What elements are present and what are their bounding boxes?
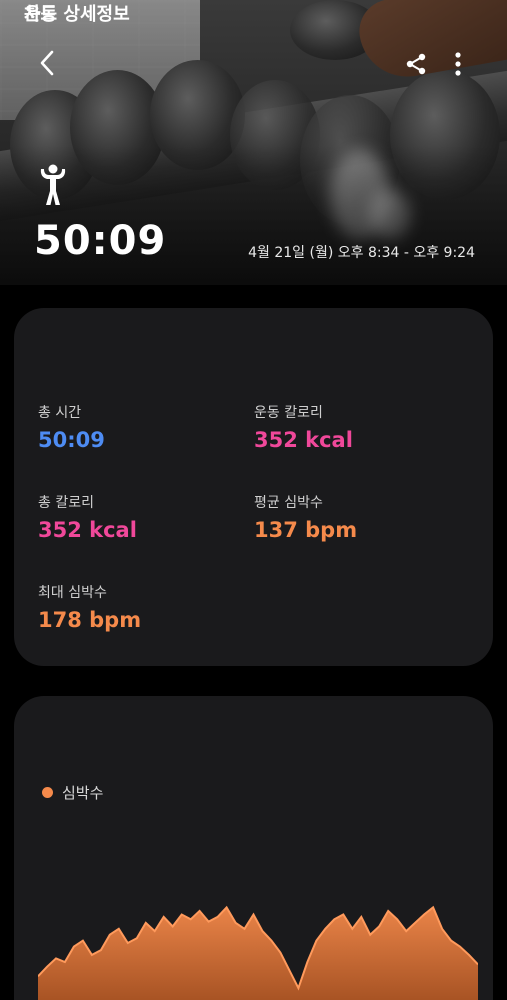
metric-label: 운동 칼로리	[254, 405, 323, 421]
metric-value: 178 bpm	[38, 608, 142, 632]
share-icon	[406, 53, 426, 75]
metric-average-heart-rate: 평균 심박수 137 bpm	[254, 492, 357, 542]
metric-workout-calories: 운동 칼로리 352 kcal	[254, 402, 353, 452]
chart-legend: 심박수	[42, 782, 103, 803]
more-vertical-icon	[455, 52, 461, 76]
metric-label: 평균 심박수	[254, 495, 323, 511]
weightlifting-icon	[40, 164, 66, 205]
workout-duration: 50:09	[34, 218, 167, 264]
hero-shade	[0, 145, 507, 285]
metric-label: 최대 심박수	[38, 585, 107, 601]
share-button[interactable]	[402, 50, 430, 78]
metric-label: 총 칼로리	[38, 495, 94, 511]
legend-label: 심박수	[62, 784, 104, 802]
back-button[interactable]	[30, 46, 64, 80]
metric-max-heart-rate: 최대 심박수 178 bpm	[38, 582, 141, 632]
chart-title: 차트	[24, 4, 58, 25]
more-options-button[interactable]	[446, 50, 470, 78]
legend-dot	[42, 787, 53, 798]
metric-value: 50:09	[38, 428, 105, 452]
metric-total-calories: 총 칼로리 352 kcal	[38, 492, 137, 542]
chevron-left-icon	[40, 50, 54, 76]
heart-rate-chart	[38, 905, 478, 1000]
metric-total-time: 총 시간 50:09	[38, 402, 105, 452]
metric-value: 137 bpm	[254, 518, 358, 542]
metric-value: 352 kcal	[38, 518, 137, 542]
metric-label: 총 시간	[38, 405, 82, 421]
metric-value: 352 kcal	[254, 428, 353, 452]
arm	[354, 0, 507, 85]
workout-date-range: 4월 21일 (월) 오후 8:34 - 오후 9:24	[248, 245, 475, 261]
